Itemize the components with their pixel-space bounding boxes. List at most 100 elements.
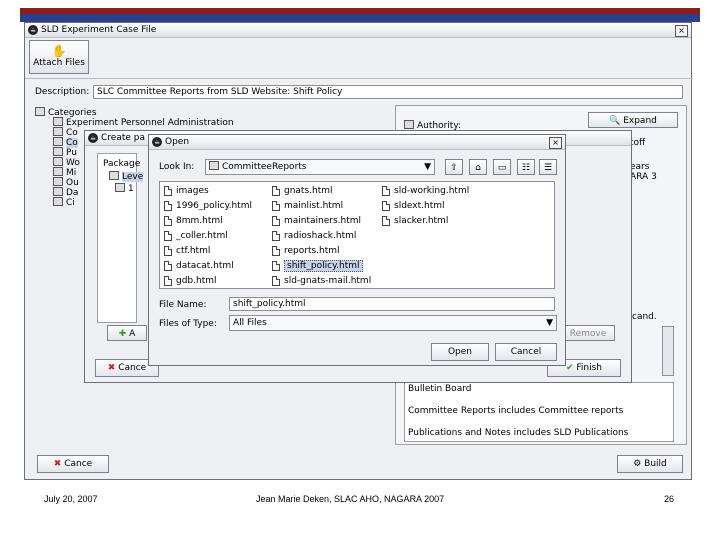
file-icon	[382, 216, 390, 226]
tree-item[interactable]: Ci	[53, 197, 75, 208]
file-icon	[164, 201, 172, 211]
file-name: images	[176, 186, 209, 196]
file-item[interactable]: mainlist.html	[272, 199, 343, 213]
open-dialog-title: Open	[165, 137, 190, 147]
java-icon: ☕	[152, 137, 162, 147]
close-icon[interactable]: ×	[675, 25, 688, 37]
home-button[interactable]: ⌂	[469, 159, 487, 175]
build-icon: ⚙	[633, 459, 645, 469]
file-item[interactable]: datacat.html	[164, 259, 234, 273]
file-item[interactable]: gdb.html	[164, 274, 217, 288]
description-label: Description:	[35, 87, 90, 97]
file-icon	[382, 186, 390, 196]
toolbar-divider	[25, 78, 693, 79]
folder-icon	[53, 147, 63, 156]
add-button[interactable]: ✚ A	[107, 325, 147, 341]
chevron-down-icon: ▼	[546, 318, 553, 328]
right-text-2: ears	[630, 162, 650, 172]
desc-line-2: Publications and Notes includes SLD Publ…	[408, 428, 629, 438]
file-name: gnats.html	[284, 186, 333, 196]
remove-button[interactable]: Remove	[561, 325, 615, 341]
file-item[interactable]: sld-gnats-mail.html	[272, 274, 371, 288]
java-icon: ☕	[28, 25, 38, 35]
cancel-icon: ✖	[107, 363, 119, 373]
close-icon[interactable]: ×	[549, 137, 562, 149]
files-of-type-select[interactable]: All Files ▼	[229, 315, 557, 331]
file-name: datacat.html	[176, 261, 234, 271]
list-view-button[interactable]: ☷	[517, 159, 535, 175]
file-item[interactable]: maintainers.html	[272, 214, 361, 228]
folder-icon	[53, 127, 63, 136]
description-field[interactable]: SLC Committee Reports from SLD Website: …	[93, 85, 683, 99]
desc-line-3: Bulletin Board	[408, 384, 472, 394]
package-tree-item[interactable]: Leve	[109, 171, 144, 182]
attach-icon: ✋	[51, 44, 67, 58]
desc-line-1: Committee Reports includes Committee rep…	[408, 406, 624, 416]
file-icon	[115, 183, 125, 192]
file-icon	[164, 246, 172, 256]
file-item-selected[interactable]: shift_policy.html	[272, 259, 363, 273]
file-item[interactable]: gnats.html	[272, 184, 333, 198]
details-view-button[interactable]: ☰	[539, 159, 557, 175]
file-icon	[382, 201, 390, 211]
main-window-titlebar[interactable]: ☕ SLD Experiment Case File ×	[25, 23, 691, 38]
file-name-input[interactable]: shift_policy.html	[229, 297, 555, 311]
file-item[interactable]: 8mm.html	[164, 214, 223, 228]
file-name: ctf.html	[176, 246, 211, 256]
file-name: 1996_policy.html	[176, 201, 252, 211]
file-item[interactable]: radioshack.html	[272, 229, 356, 243]
new-folder-button[interactable]: ▭	[493, 159, 511, 175]
folder-icon	[53, 157, 63, 166]
file-item[interactable]: slacker.html	[382, 214, 448, 228]
main-cancel-button[interactable]: ✖ Cance	[37, 455, 109, 473]
folder-icon	[53, 167, 63, 176]
file-name: _coller.html	[176, 231, 228, 241]
up-folder-icon: ⇧	[450, 163, 458, 173]
look-in-select[interactable]: CommitteeReports ▼	[205, 159, 435, 175]
open-dialog-titlebar[interactable]: ☕ Open ×	[149, 135, 565, 150]
authority-icon	[404, 120, 414, 129]
package-tree-item[interactable]: 1	[115, 183, 134, 194]
file-item[interactable]: reports.html	[272, 244, 340, 258]
file-icon	[272, 231, 280, 241]
folder-icon	[109, 171, 119, 180]
file-item[interactable]: 1996_policy.html	[164, 199, 252, 213]
file-name: sld-gnats-mail.html	[284, 276, 372, 286]
file-icon	[272, 201, 280, 211]
vertical-scrollbar[interactable]	[662, 326, 674, 376]
open-cancel-button[interactable]: Cancel	[495, 343, 557, 361]
file-name: radioshack.html	[284, 231, 357, 241]
folder-icon	[53, 187, 63, 196]
file-item[interactable]: _coller.html	[164, 229, 228, 243]
tree-item[interactable]: Experiment Personnel Administration	[53, 117, 234, 128]
folder-icon	[53, 177, 63, 186]
new-folder-icon: ▭	[497, 163, 507, 173]
expand-button[interactable]: 🔍 Expand	[588, 112, 678, 128]
file-item[interactable]: ctf.html	[164, 244, 210, 258]
file-icon	[272, 216, 280, 226]
file-list: images gnats.html sld-working.html 1996_pol…	[159, 181, 555, 289]
file-name: sld-working.html	[394, 186, 470, 196]
file-item[interactable]: sld-working.html	[382, 184, 469, 198]
chevron-down-icon: ▼	[424, 162, 431, 172]
file-item[interactable]: images	[164, 184, 209, 198]
file-name: mainlist.html	[284, 201, 344, 211]
file-item[interactable]: sldext.html	[382, 199, 445, 213]
build-button[interactable]: ⚙ Build	[617, 455, 683, 473]
open-button[interactable]: Open	[431, 343, 489, 361]
file-icon	[164, 231, 172, 241]
right-text-4: cand.	[632, 312, 657, 322]
attach-files-button[interactable]: ✋ Attach Files	[29, 40, 89, 74]
details-view-icon: ☰	[543, 163, 553, 173]
footer-author: Jean Marie Deken, SLAC AHO, NAGARA 2007	[256, 494, 445, 504]
top-header-strip	[20, 14, 700, 22]
file-icon	[272, 246, 280, 256]
file-name: maintainers.html	[284, 216, 362, 226]
file-icon	[272, 186, 280, 196]
folder-icon	[35, 107, 45, 116]
up-folder-button[interactable]: ⇧	[445, 159, 463, 175]
file-icon	[164, 216, 172, 226]
file-name: gdb.html	[176, 276, 217, 286]
magnifier-icon: 🔍	[609, 116, 624, 126]
file-name: slacker.html	[394, 216, 449, 226]
